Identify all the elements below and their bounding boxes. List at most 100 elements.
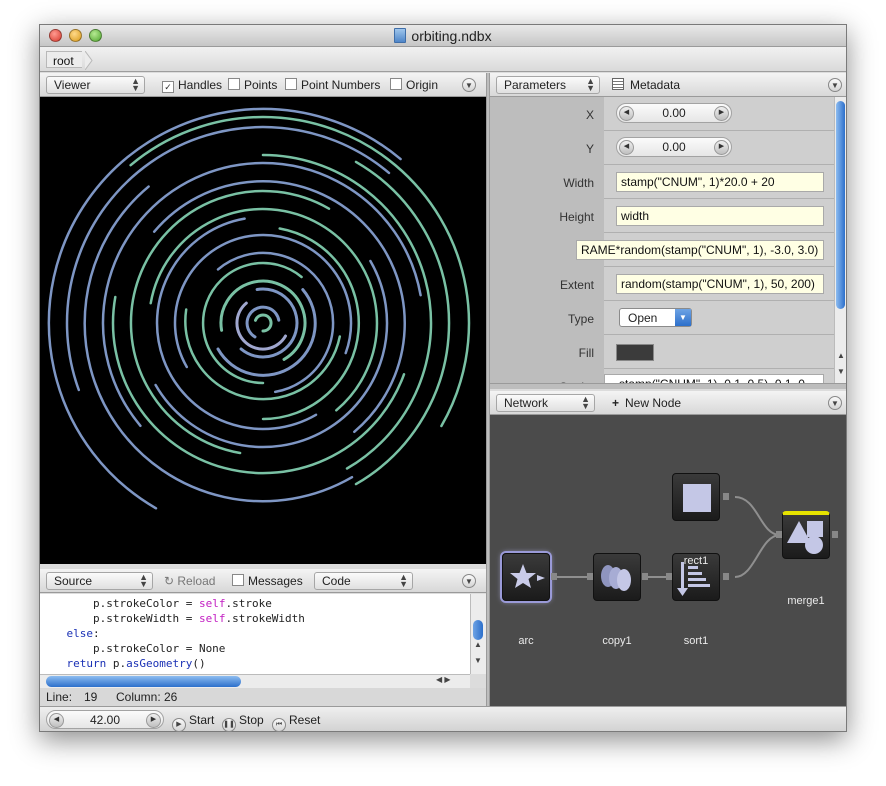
code-horizontal-scroll-thumb[interactable]: [46, 676, 241, 687]
rect1-node[interactable]: [672, 473, 720, 521]
viewer-toolbar: Viewer ▲ ▼ ✓ Handles Points Point Numbers O…: [40, 73, 486, 97]
arc-node[interactable]: [502, 553, 550, 601]
param-label-stroke: Stroke: [490, 369, 604, 383]
output-port[interactable]: [642, 573, 648, 580]
reload-button[interactable]: ↻ Reload: [164, 574, 215, 588]
parameters-scrollbar[interactable]: ▲ ▼: [834, 97, 846, 383]
frame-value[interactable]: 42.00: [90, 713, 120, 727]
increment-icon[interactable]: ▶: [714, 106, 729, 121]
point-numbers-label: Point Numbers: [301, 78, 381, 92]
column-label: Column:: [116, 690, 161, 704]
parameters-options-button[interactable]: ▼: [828, 78, 842, 92]
parameters-toolbar: Parameters ▲ ▼ Metadata ▼: [490, 73, 846, 97]
source-mode-popup[interactable]: Source ▲ ▼: [46, 572, 153, 590]
handles-checkbox[interactable]: ✓ Handles: [162, 78, 222, 93]
network-canvas[interactable]: arc copy1 sort1 rect1 merge1: [490, 415, 846, 706]
orbit-arc: [129, 115, 471, 428]
output-port[interactable]: [551, 573, 557, 580]
code-mode-label: Code: [322, 574, 351, 588]
orbit-arc: [129, 189, 331, 455]
network-mode-label: Network: [504, 396, 549, 410]
orbiting-arcs-drawing: [47, 107, 471, 510]
network-toolbar: Network ▲ ▼ + New Node ▼: [490, 391, 846, 415]
viewer-mode-label: Viewer: [54, 78, 91, 92]
param-y-stepper[interactable]: ◀ 0.00 ▶: [616, 137, 732, 157]
source-mode-label: Source: [54, 574, 93, 588]
playback-bar: ◀ 42.00 ▶ ▶ Start ❚❚ Stop ⏮ Reset: [40, 706, 846, 732]
rect1-node-label: rect1: [683, 555, 709, 567]
code-line: p.strokeWidth = self.strokeWidth: [40, 612, 305, 625]
point-numbers-checkbox[interactable]: Point Numbers: [285, 78, 380, 92]
new-node-button[interactable]: + New Node: [612, 396, 681, 410]
metadata-button[interactable]: Metadata: [612, 78, 680, 92]
right-pane-splitter[interactable]: [490, 383, 846, 389]
window-title: orbiting.ndbx: [40, 28, 846, 44]
code-mode-popup[interactable]: Code ▲ ▼: [314, 572, 413, 590]
decrement-icon[interactable]: ◀: [49, 713, 64, 728]
line-value: 19: [84, 690, 98, 704]
start-button[interactable]: ▶ Start: [172, 713, 214, 732]
code-vertical-scroll-thumb[interactable]: [473, 620, 483, 640]
code-line: p.strokeColor = None: [40, 642, 226, 655]
increment-icon[interactable]: ▶: [714, 140, 729, 155]
increment-icon[interactable]: ▶: [146, 713, 161, 728]
output-port[interactable]: [723, 573, 729, 580]
param-fill-color-swatch[interactable]: [616, 344, 654, 361]
updown-arrows-icon: ▲ ▼: [581, 394, 590, 411]
network-options-button[interactable]: ▼: [828, 396, 842, 410]
viewer-mode-popup[interactable]: Viewer ▲ ▼: [46, 76, 145, 94]
network-mode-popup[interactable]: Network ▲ ▼: [496, 394, 595, 412]
param-x-value[interactable]: 0.00: [662, 106, 685, 120]
updown-arrows-icon: ▲ ▼: [586, 76, 595, 93]
viewer-options-button[interactable]: ▼: [462, 78, 476, 92]
param-x-stepper[interactable]: ◀ 0.00 ▶: [616, 103, 732, 123]
path-bar: root: [40, 47, 846, 72]
arc-node-label: arc: [518, 635, 534, 647]
plus-icon: +: [612, 396, 620, 410]
param-type-value: Open: [628, 311, 658, 325]
stop-label: Stop: [239, 713, 264, 727]
code-vertical-scrollbar[interactable]: ▲ ▼: [470, 594, 486, 674]
scroll-up-arrow-icon[interactable]: ▲: [837, 351, 845, 360]
code-editor[interactable]: p.strokeColor = self.stroke p.strokeWidt…: [40, 594, 470, 674]
decrement-icon[interactable]: ◀: [619, 106, 634, 121]
breadcrumb-root[interactable]: root: [46, 51, 82, 68]
viewer-canvas[interactable]: [40, 97, 486, 564]
scroll-down-arrow-icon[interactable]: ▼: [474, 656, 482, 665]
parameters-mode-popup[interactable]: Parameters ▲ ▼: [496, 76, 600, 94]
param-row-x: X ◀ 0.00 ▶: [490, 97, 834, 131]
decrement-icon[interactable]: ◀: [619, 140, 634, 155]
param-width-expression[interactable]: stamp("CNUM", 1)*20.0 + 20: [616, 172, 824, 192]
param-height-expression[interactable]: width: [616, 206, 824, 226]
reset-button[interactable]: ⏮ Reset: [272, 713, 320, 732]
app-window: orbiting.ndbx root Viewer ▲ ▼ ✓ Handles Poi…: [39, 24, 847, 732]
source-options-button[interactable]: ▼: [462, 574, 476, 588]
param-start-angle-expression[interactable]: RAME*random(stamp("CNUM", 1), -3.0, 3.0): [576, 240, 824, 260]
copy-stack-icon: [601, 565, 631, 591]
code-horizontal-scrollbar[interactable]: ◀ ▶: [40, 674, 470, 688]
origin-checkbox[interactable]: Origin: [390, 78, 438, 92]
param-label-extent: Extent: [490, 267, 604, 301]
points-checkbox[interactable]: Points: [228, 78, 277, 92]
orbit-arc: [152, 180, 406, 434]
stop-button[interactable]: ❚❚ Stop: [222, 713, 264, 732]
param-row-stroke: Stroke ...stamp("CNUM", 1), 0.1, 0.5), 0…: [490, 369, 834, 383]
merge1-node[interactable]: [782, 511, 830, 559]
output-port[interactable]: [723, 493, 729, 500]
scroll-up-arrow-icon[interactable]: ▲: [474, 640, 482, 649]
param-type-select[interactable]: Open ▼: [619, 308, 692, 327]
scroll-left-arrow-icon[interactable]: ◀ ▶: [436, 675, 451, 684]
copy1-node[interactable]: [593, 553, 641, 601]
param-stroke-expression[interactable]: ...stamp("CNUM", 1), 0.1, 0.5), 0.1, 0..…: [604, 374, 824, 383]
param-y-value[interactable]: 0.00: [662, 140, 685, 154]
parameters-scroll-thumb[interactable]: [836, 101, 845, 309]
param-label-y: Y: [490, 131, 604, 165]
param-label-x: X: [490, 97, 604, 131]
param-extent-expression[interactable]: random(stamp("CNUM", 1), 50, 200): [616, 274, 824, 294]
scroll-down-arrow-icon[interactable]: ▼: [837, 367, 845, 376]
output-port[interactable]: [832, 531, 838, 538]
source-toolbar: Source ▲ ▼ ↻ Reload Messages Code ▲ ▼ ▼: [40, 569, 486, 593]
messages-checkbox[interactable]: Messages: [232, 574, 303, 588]
frame-stepper[interactable]: ◀ 42.00 ▶: [46, 710, 164, 729]
checkbox-box: [228, 78, 240, 90]
